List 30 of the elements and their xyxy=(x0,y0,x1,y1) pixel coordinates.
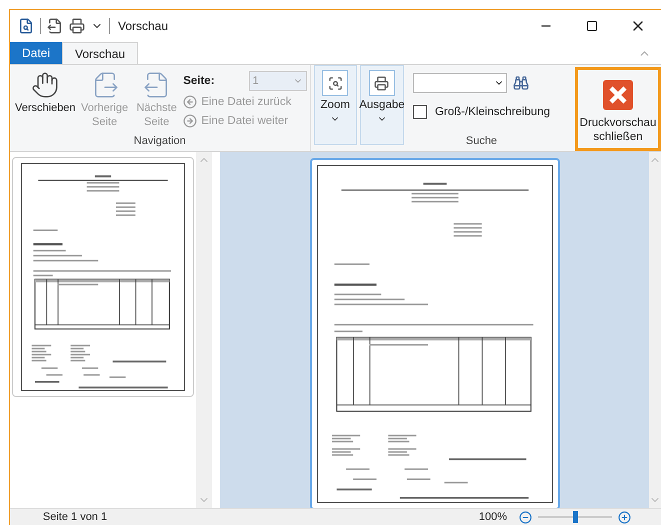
group-label: Navigation xyxy=(132,135,187,149)
printer-icon[interactable] xyxy=(69,18,85,34)
printer-icon xyxy=(374,76,390,90)
scrollbar[interactable] xyxy=(196,152,212,508)
zoom-percent: 100% xyxy=(478,511,508,523)
zoom-icon xyxy=(328,76,343,90)
page-label: Seite: xyxy=(183,75,215,87)
scrollbar[interactable] xyxy=(649,152,661,508)
preview-icon[interactable] xyxy=(18,18,34,34)
search-icon[interactable] xyxy=(512,75,529,91)
zoom-slider-thumb[interactable] xyxy=(573,511,578,523)
page-status: Seite 1 von 1 xyxy=(42,511,108,523)
close-preview-button[interactable]: Druckvorschau schließen xyxy=(575,67,661,151)
maximize-icon xyxy=(586,20,598,32)
ribbon-button[interactable]: Verschieben xyxy=(13,67,77,119)
search-field[interactable] xyxy=(412,73,507,93)
window-title: Vorschau xyxy=(118,19,168,33)
zoom-in-icon[interactable] xyxy=(618,510,631,524)
arrow-right-icon xyxy=(183,114,198,128)
hand-icon xyxy=(31,71,59,99)
export-icon[interactable] xyxy=(47,18,63,34)
close-icon xyxy=(603,80,633,110)
group-label: Suche xyxy=(464,135,498,149)
zoom-button[interactable]: Zoom xyxy=(314,65,357,145)
output-button[interactable]: Ausgabe xyxy=(360,65,404,145)
ribbon-tab[interactable]: Vorschau xyxy=(62,42,138,64)
arrow-left-icon xyxy=(183,95,198,109)
case-checkbox[interactable]: Groß-/Kleinschreibung xyxy=(412,105,550,119)
file-tab[interactable]: Datei xyxy=(10,42,62,64)
zoom-out-icon[interactable] xyxy=(519,510,532,524)
